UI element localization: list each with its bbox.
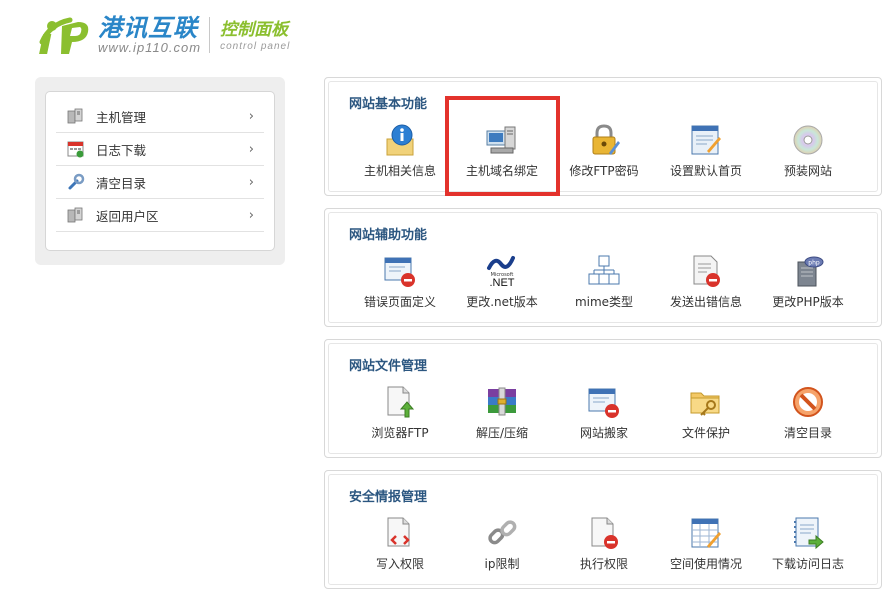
tool-label: 写入权限 [375, 557, 424, 571]
tool-execute-permission[interactable]: 执行权限 [553, 515, 655, 572]
tool-label: 主机域名绑定 [465, 164, 538, 178]
section-title: 网站辅助功能 [349, 228, 428, 243]
tool-unzip-zip[interactable]: 解压/压缩 [451, 384, 553, 441]
tool-label: 设置默认首页 [669, 164, 742, 178]
tool-label: 发送出错信息 [669, 295, 742, 309]
section-title: 网站文件管理 [349, 359, 428, 374]
edit-page-icon [688, 122, 724, 158]
tool-label: 解压/压缩 [475, 426, 529, 440]
panel-title-cn: 控制面板 [220, 19, 289, 40]
brand-name: 港讯互联 [98, 14, 198, 42]
section-auxiliary-functions: 网站辅助功能 错误页面定义 Microsoft .NET 更改.net版本 mim… [324, 208, 882, 327]
file-error-icon [586, 515, 622, 551]
tool-download-access-log[interactable]: 下载访问日志 [757, 515, 859, 572]
tool-label: 下载访问日志 [771, 557, 844, 571]
folder-key-icon [688, 384, 724, 420]
section-security-management: 安全情报管理 写入权限 ip限制 执行权限 空间使用情况 下载访问日志 [324, 470, 882, 589]
tool-label: 浏览器FTP [371, 426, 429, 440]
sitemap-icon [586, 253, 622, 289]
server-icon [66, 106, 86, 126]
tool-change-php-version[interactable]: php 更改PHP版本 [757, 253, 859, 310]
error-window-icon [382, 253, 418, 289]
tool-file-protection[interactable]: 文件保护 [655, 384, 757, 441]
section-title: 网站基本功能 [349, 97, 428, 112]
tool-change-ftp-password[interactable]: 修改FTP密码 [553, 122, 655, 179]
php-text: php [808, 260, 820, 267]
section-title: 安全情报管理 [349, 490, 428, 505]
notebook-arrow-icon [790, 515, 826, 551]
tool-label: 文件保护 [681, 426, 730, 440]
tool-change-dotnet-version[interactable]: Microsoft .NET 更改.net版本 [451, 253, 553, 310]
tool-ip-restriction[interactable]: ip限制 [451, 515, 553, 572]
chevron-right-icon: › [248, 207, 254, 223]
spreadsheet-icon [688, 515, 724, 551]
tool-label: 空间使用情况 [669, 557, 742, 571]
tool-mime-types[interactable]: mime类型 [553, 253, 655, 310]
document-error-icon [688, 253, 724, 289]
sidebar-item-label: 日志下载 [96, 142, 147, 158]
dotnet-icon: Microsoft .NET [484, 253, 520, 289]
tool-host-info[interactable]: 主机相关信息 [349, 122, 451, 179]
sidebar-item-clear-directory[interactable]: 清空目录 › [56, 166, 264, 199]
sidebar-item-log-download[interactable]: 日志下载 › [56, 133, 264, 166]
lock-icon [586, 122, 622, 158]
wrench-icon [66, 172, 86, 192]
tool-label: 预装网站 [783, 164, 832, 178]
info-icon [382, 122, 418, 158]
sidebar-container: 主机管理 › 日志下载 › 清空目录 › 返回用户区 › [35, 77, 285, 265]
dotnet-text: .NET [489, 277, 514, 288]
server-icon [66, 205, 86, 225]
chevron-right-icon: › [248, 108, 254, 124]
tool-set-default-page[interactable]: 设置默认首页 [655, 122, 757, 179]
archive-icon [484, 384, 520, 420]
panel-title-en: control panel [220, 40, 291, 52]
tool-domain-binding[interactable]: 主机域名绑定 [451, 122, 553, 179]
tool-label: 更改PHP版本 [772, 295, 844, 309]
tool-browser-ftp[interactable]: 浏览器FTP [349, 384, 451, 441]
tool-label: 错误页面定义 [363, 295, 436, 309]
code-file-icon [382, 515, 418, 551]
tool-site-migration[interactable]: 网站搬家 [553, 384, 655, 441]
logo-divider [209, 17, 211, 53]
tool-space-usage[interactable]: 空间使用情况 [655, 515, 757, 572]
tool-label: 主机相关信息 [363, 164, 436, 178]
tool-clear-directory[interactable]: 清空目录 [757, 384, 859, 441]
chevron-right-icon: › [248, 141, 254, 157]
chevron-right-icon: › [248, 174, 254, 190]
forbidden-icon [790, 384, 826, 420]
section-basic-functions: 网站基本功能 主机相关信息 主机域名绑定 修改FTP密码 设置默认首页 预装网站 [324, 77, 882, 196]
sidebar-item-label: 清空目录 [96, 175, 147, 191]
ip-logo-icon [36, 12, 96, 58]
tool-label: ip限制 [484, 557, 520, 571]
tool-label: 清空目录 [783, 426, 832, 440]
php-server-icon: php [790, 253, 826, 289]
tool-label: 执行权限 [579, 557, 628, 571]
disc-icon [790, 122, 826, 158]
sidebar-item-label: 主机管理 [96, 109, 147, 125]
tool-preinstalled-site[interactable]: 预装网站 [757, 122, 859, 179]
calendar-icon [66, 139, 86, 159]
tool-label: 修改FTP密码 [569, 164, 639, 178]
upload-file-icon [382, 384, 418, 420]
brand-url: www.ip110.com [98, 40, 202, 55]
sidebar-item-return-user-area[interactable]: 返回用户区 › [56, 199, 264, 232]
tool-label: 更改.net版本 [466, 295, 538, 309]
tool-label: mime类型 [574, 295, 634, 309]
logo: 港讯互联 www.ip110.com 控制面板 control panel [36, 10, 290, 60]
tool-send-error-info[interactable]: 发送出错信息 [655, 253, 757, 310]
tool-label: 网站搬家 [579, 426, 628, 440]
move-window-icon [586, 384, 622, 420]
section-file-management: 网站文件管理 浏览器FTP 解压/压缩 网站搬家 文件保护 清空目录 [324, 339, 882, 458]
sidebar-menu: 主机管理 › 日志下载 › 清空目录 › 返回用户区 › [45, 91, 275, 251]
network-icon [484, 122, 520, 158]
tool-error-page-define[interactable]: 错误页面定义 [349, 253, 451, 310]
chain-link-icon [484, 515, 520, 551]
sidebar-item-label: 返回用户区 [96, 208, 159, 224]
tool-write-permission[interactable]: 写入权限 [349, 515, 451, 572]
sidebar-item-host-management[interactable]: 主机管理 › [56, 100, 264, 133]
